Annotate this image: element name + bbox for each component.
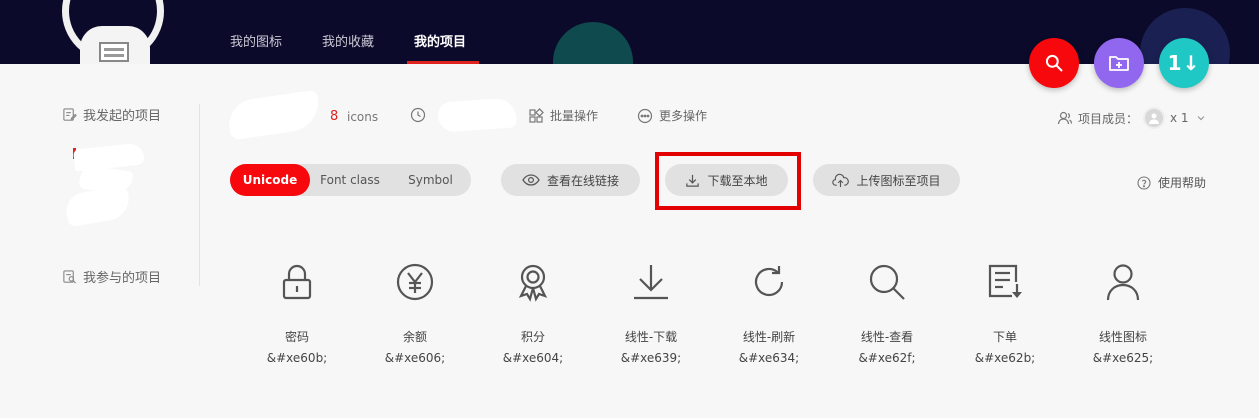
icon-card[interactable]: 下单 &#xe62b; (950, 262, 1060, 365)
icon-code: &#xe62f; (858, 351, 916, 365)
users-icon (1057, 111, 1073, 125)
order-icon (988, 264, 1022, 298)
view-online-link-button[interactable]: 查看在线链接 (501, 164, 640, 196)
active-tab-indicator (407, 61, 479, 64)
folder-plus-icon (1109, 56, 1129, 71)
edit-doc-icon (63, 108, 77, 121)
icon-code: &#xe634; (738, 351, 800, 365)
tab-my-icons[interactable]: 我的图标 (230, 31, 282, 50)
download-highlight-box (655, 152, 801, 210)
redacted-project-name (73, 142, 145, 172)
icon-card[interactable]: 线性图标 &#xe625; (1068, 262, 1178, 365)
icon-code: &#xe625; (1092, 351, 1154, 365)
question-icon (1137, 175, 1151, 190)
help-link[interactable]: 使用帮助 (1137, 174, 1206, 191)
icon-name: 线性-刷新 (742, 330, 796, 344)
help-label: 使用帮助 (1158, 176, 1207, 190)
cloud-upload-icon (832, 173, 850, 187)
batch-operations-button[interactable]: 批量操作 (528, 107, 598, 124)
icon-code: &#xe639; (620, 351, 682, 365)
tab-symbol[interactable]: Symbol (390, 164, 471, 196)
members-count: x 1 (1170, 111, 1189, 125)
redacted-project-name (63, 184, 133, 228)
refresh-icon (754, 266, 784, 297)
user-avatar-icon (1149, 113, 1160, 124)
decorative-teal-circle (553, 22, 633, 64)
icon-name: 线性-查看 (860, 330, 914, 344)
tab-unicode[interactable]: Unicode (230, 164, 310, 196)
tab-my-projects[interactable]: 我的项目 (414, 31, 466, 50)
batch-operations-label: 批量操作 (550, 109, 599, 123)
icon-name: 线性图标 (1098, 330, 1147, 344)
icon-card[interactable]: 积分 &#xe604; (478, 262, 588, 365)
format-switcher: Unicode Font class Symbol (230, 164, 471, 196)
icon-code: &#xe604; (502, 351, 564, 365)
medal-icon (518, 264, 548, 302)
icon-name: 下单 (992, 330, 1017, 344)
tab-my-favorites[interactable]: 我的收藏 (322, 31, 374, 50)
sidebar-item-joined-projects[interactable]: 我参与的项目 (62, 267, 161, 286)
upload-icons-button[interactable]: 上传图标至项目 (813, 164, 960, 196)
sidebar-item-my-projects[interactable]: 我发起的项目 (62, 105, 161, 124)
icon-card[interactable]: 密码 &#xe60b; (242, 262, 352, 365)
more-dots-icon (637, 108, 653, 123)
search-button[interactable] (1029, 38, 1079, 88)
sort-label: 1↓ (1167, 51, 1201, 75)
sort-button[interactable]: 1↓ (1159, 38, 1209, 88)
sidebar-item-label: 我发起的项目 (83, 109, 162, 124)
yen-icon (396, 263, 434, 301)
icon-name: 线性-下载 (624, 330, 678, 344)
eye-icon (522, 174, 540, 186)
icon-card[interactable]: 线性-刷新 &#xe634; (714, 262, 824, 365)
icon-name: 余额 (402, 330, 427, 344)
avatar (1143, 107, 1166, 129)
sidebar-item-label: 我参与的项目 (83, 271, 162, 286)
redacted-project-title (225, 89, 323, 141)
download-icon (634, 265, 668, 300)
chevron-down-icon (1197, 116, 1205, 121)
project-members[interactable]: 项目成员： x 1 (1057, 107, 1208, 129)
view-online-label: 查看在线链接 (546, 173, 619, 188)
icon-code: &#xe606; (384, 351, 446, 365)
more-operations-label: 更多操作 (659, 109, 708, 123)
grid-icon (529, 107, 544, 123)
search-doc-icon (63, 270, 76, 284)
redacted-description (437, 97, 517, 133)
members-label: 项目成员： (1078, 111, 1139, 126)
icon-count: 8 (330, 109, 339, 124)
icon-name: 密码 (284, 330, 309, 344)
sidebar-divider (199, 104, 200, 286)
astronaut-chest-panel (99, 42, 129, 62)
search-icon (869, 264, 905, 300)
icon-card[interactable]: 余额 &#xe606; (360, 262, 470, 365)
lock-icon (282, 264, 312, 300)
icon-count-unit: icons (347, 110, 379, 124)
icon-code: &#xe62b; (974, 351, 1036, 365)
search-icon (1045, 54, 1063, 72)
user-icon (1106, 264, 1140, 301)
clock-icon (410, 107, 426, 123)
tab-font-class[interactable]: Font class (310, 164, 390, 196)
upload-icons-label: 上传图标至项目 (856, 173, 941, 188)
icon-name: 积分 (520, 330, 545, 344)
icon-code: &#xe60b; (266, 351, 328, 365)
icon-card[interactable]: 线性-下载 &#xe639; (596, 262, 706, 365)
icon-card[interactable]: 线性-查看 &#xe62f; (832, 262, 942, 365)
new-folder-button[interactable] (1094, 38, 1144, 88)
more-operations-button[interactable]: 更多操作 (637, 107, 707, 124)
history-button[interactable] (410, 107, 426, 123)
